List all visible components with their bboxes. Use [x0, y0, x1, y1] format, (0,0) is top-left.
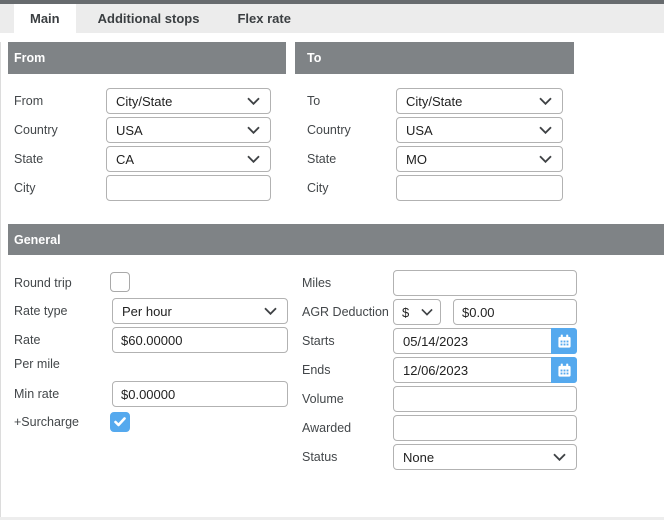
- chevron-down-icon: [247, 126, 260, 134]
- to-state-select[interactable]: MO: [396, 146, 563, 172]
- miles-label: Miles: [302, 276, 331, 290]
- from-country-label: Country: [14, 123, 58, 137]
- tab-bar: Main Additional stops Flex rate: [0, 4, 664, 33]
- ends-calendar-button[interactable]: [551, 357, 577, 383]
- starts-label: Starts: [302, 334, 335, 348]
- to-city-input[interactable]: [396, 175, 563, 201]
- to-state-label: State: [307, 152, 336, 166]
- awarded-label: Awarded: [302, 421, 351, 435]
- to-city-label: City: [307, 181, 329, 195]
- from-citystate-select[interactable]: City/State: [106, 88, 271, 114]
- chevron-down-icon: [247, 155, 260, 163]
- chevron-down-icon: [539, 155, 552, 163]
- rate-type-label: Rate type: [14, 304, 68, 318]
- surcharge-label: +Surcharge: [14, 415, 79, 429]
- rate-type-value: Per hour: [122, 304, 172, 319]
- ends-date-field[interactable]: 12/06/2023: [393, 357, 577, 383]
- chevron-down-icon: [247, 97, 260, 105]
- left-edge-line: [0, 42, 1, 520]
- from-country-select[interactable]: USA: [106, 117, 271, 143]
- tab-main[interactable]: Main: [14, 4, 76, 33]
- min-rate-input[interactable]: [112, 381, 288, 407]
- volume-label: Volume: [302, 392, 344, 406]
- round-trip-checkbox[interactable]: [110, 272, 130, 292]
- surcharge-checkbox[interactable]: [110, 412, 130, 432]
- to-country-select[interactable]: USA: [396, 117, 563, 143]
- from-state-value: CA: [116, 152, 134, 167]
- starts-date-field[interactable]: 05/14/2023: [393, 328, 577, 354]
- agr-amount-input[interactable]: [453, 299, 577, 325]
- from-state-label: State: [14, 152, 43, 166]
- rate-input[interactable]: [112, 327, 288, 353]
- agr-unit-select[interactable]: $: [393, 299, 441, 325]
- ends-label: Ends: [302, 363, 331, 377]
- status-select[interactable]: None: [393, 444, 577, 470]
- chevron-down-icon: [539, 126, 552, 134]
- to-country-label: Country: [307, 123, 351, 137]
- from-section-header: From: [8, 42, 286, 74]
- tab-additional-stops[interactable]: Additional stops: [82, 4, 216, 33]
- agr-unit-value: $: [402, 305, 409, 320]
- calendar-icon: [557, 334, 572, 349]
- rate-label: Rate: [14, 333, 40, 347]
- to-country-value: USA: [406, 123, 433, 138]
- per-mile-label: Per mile: [14, 357, 60, 371]
- starts-calendar-button[interactable]: [551, 328, 577, 354]
- rate-type-select[interactable]: Per hour: [112, 298, 288, 324]
- chevron-down-icon: [264, 307, 277, 315]
- to-to-label: To: [307, 94, 320, 108]
- to-section-header: To: [295, 42, 574, 74]
- chevron-down-icon: [539, 97, 552, 105]
- awarded-input[interactable]: [393, 415, 577, 441]
- tab-flex-rate[interactable]: Flex rate: [221, 4, 306, 33]
- agr-deduction-label: AGR Deduction: [302, 305, 389, 319]
- calendar-icon: [557, 363, 572, 378]
- chevron-down-icon: [421, 308, 433, 316]
- from-city-label: City: [14, 181, 36, 195]
- chevron-down-icon: [553, 453, 566, 461]
- status-value: None: [403, 450, 434, 465]
- checkmark-icon: [114, 417, 126, 427]
- from-state-select[interactable]: CA: [106, 146, 271, 172]
- to-citystate-value: City/State: [406, 94, 462, 109]
- rate-form-screen: Main Additional stops Flex rate From To …: [0, 0, 664, 520]
- min-rate-label: Min rate: [14, 387, 59, 401]
- from-from-label: From: [14, 94, 43, 108]
- status-label: Status: [302, 450, 337, 464]
- from-city-input[interactable]: [106, 175, 271, 201]
- round-trip-label: Round trip: [14, 276, 72, 290]
- miles-input[interactable]: [393, 270, 577, 296]
- from-citystate-value: City/State: [116, 94, 172, 109]
- from-country-value: USA: [116, 123, 143, 138]
- to-state-value: MO: [406, 152, 427, 167]
- to-citystate-select[interactable]: City/State: [396, 88, 563, 114]
- general-section-header: General: [8, 224, 664, 255]
- volume-input[interactable]: [393, 386, 577, 412]
